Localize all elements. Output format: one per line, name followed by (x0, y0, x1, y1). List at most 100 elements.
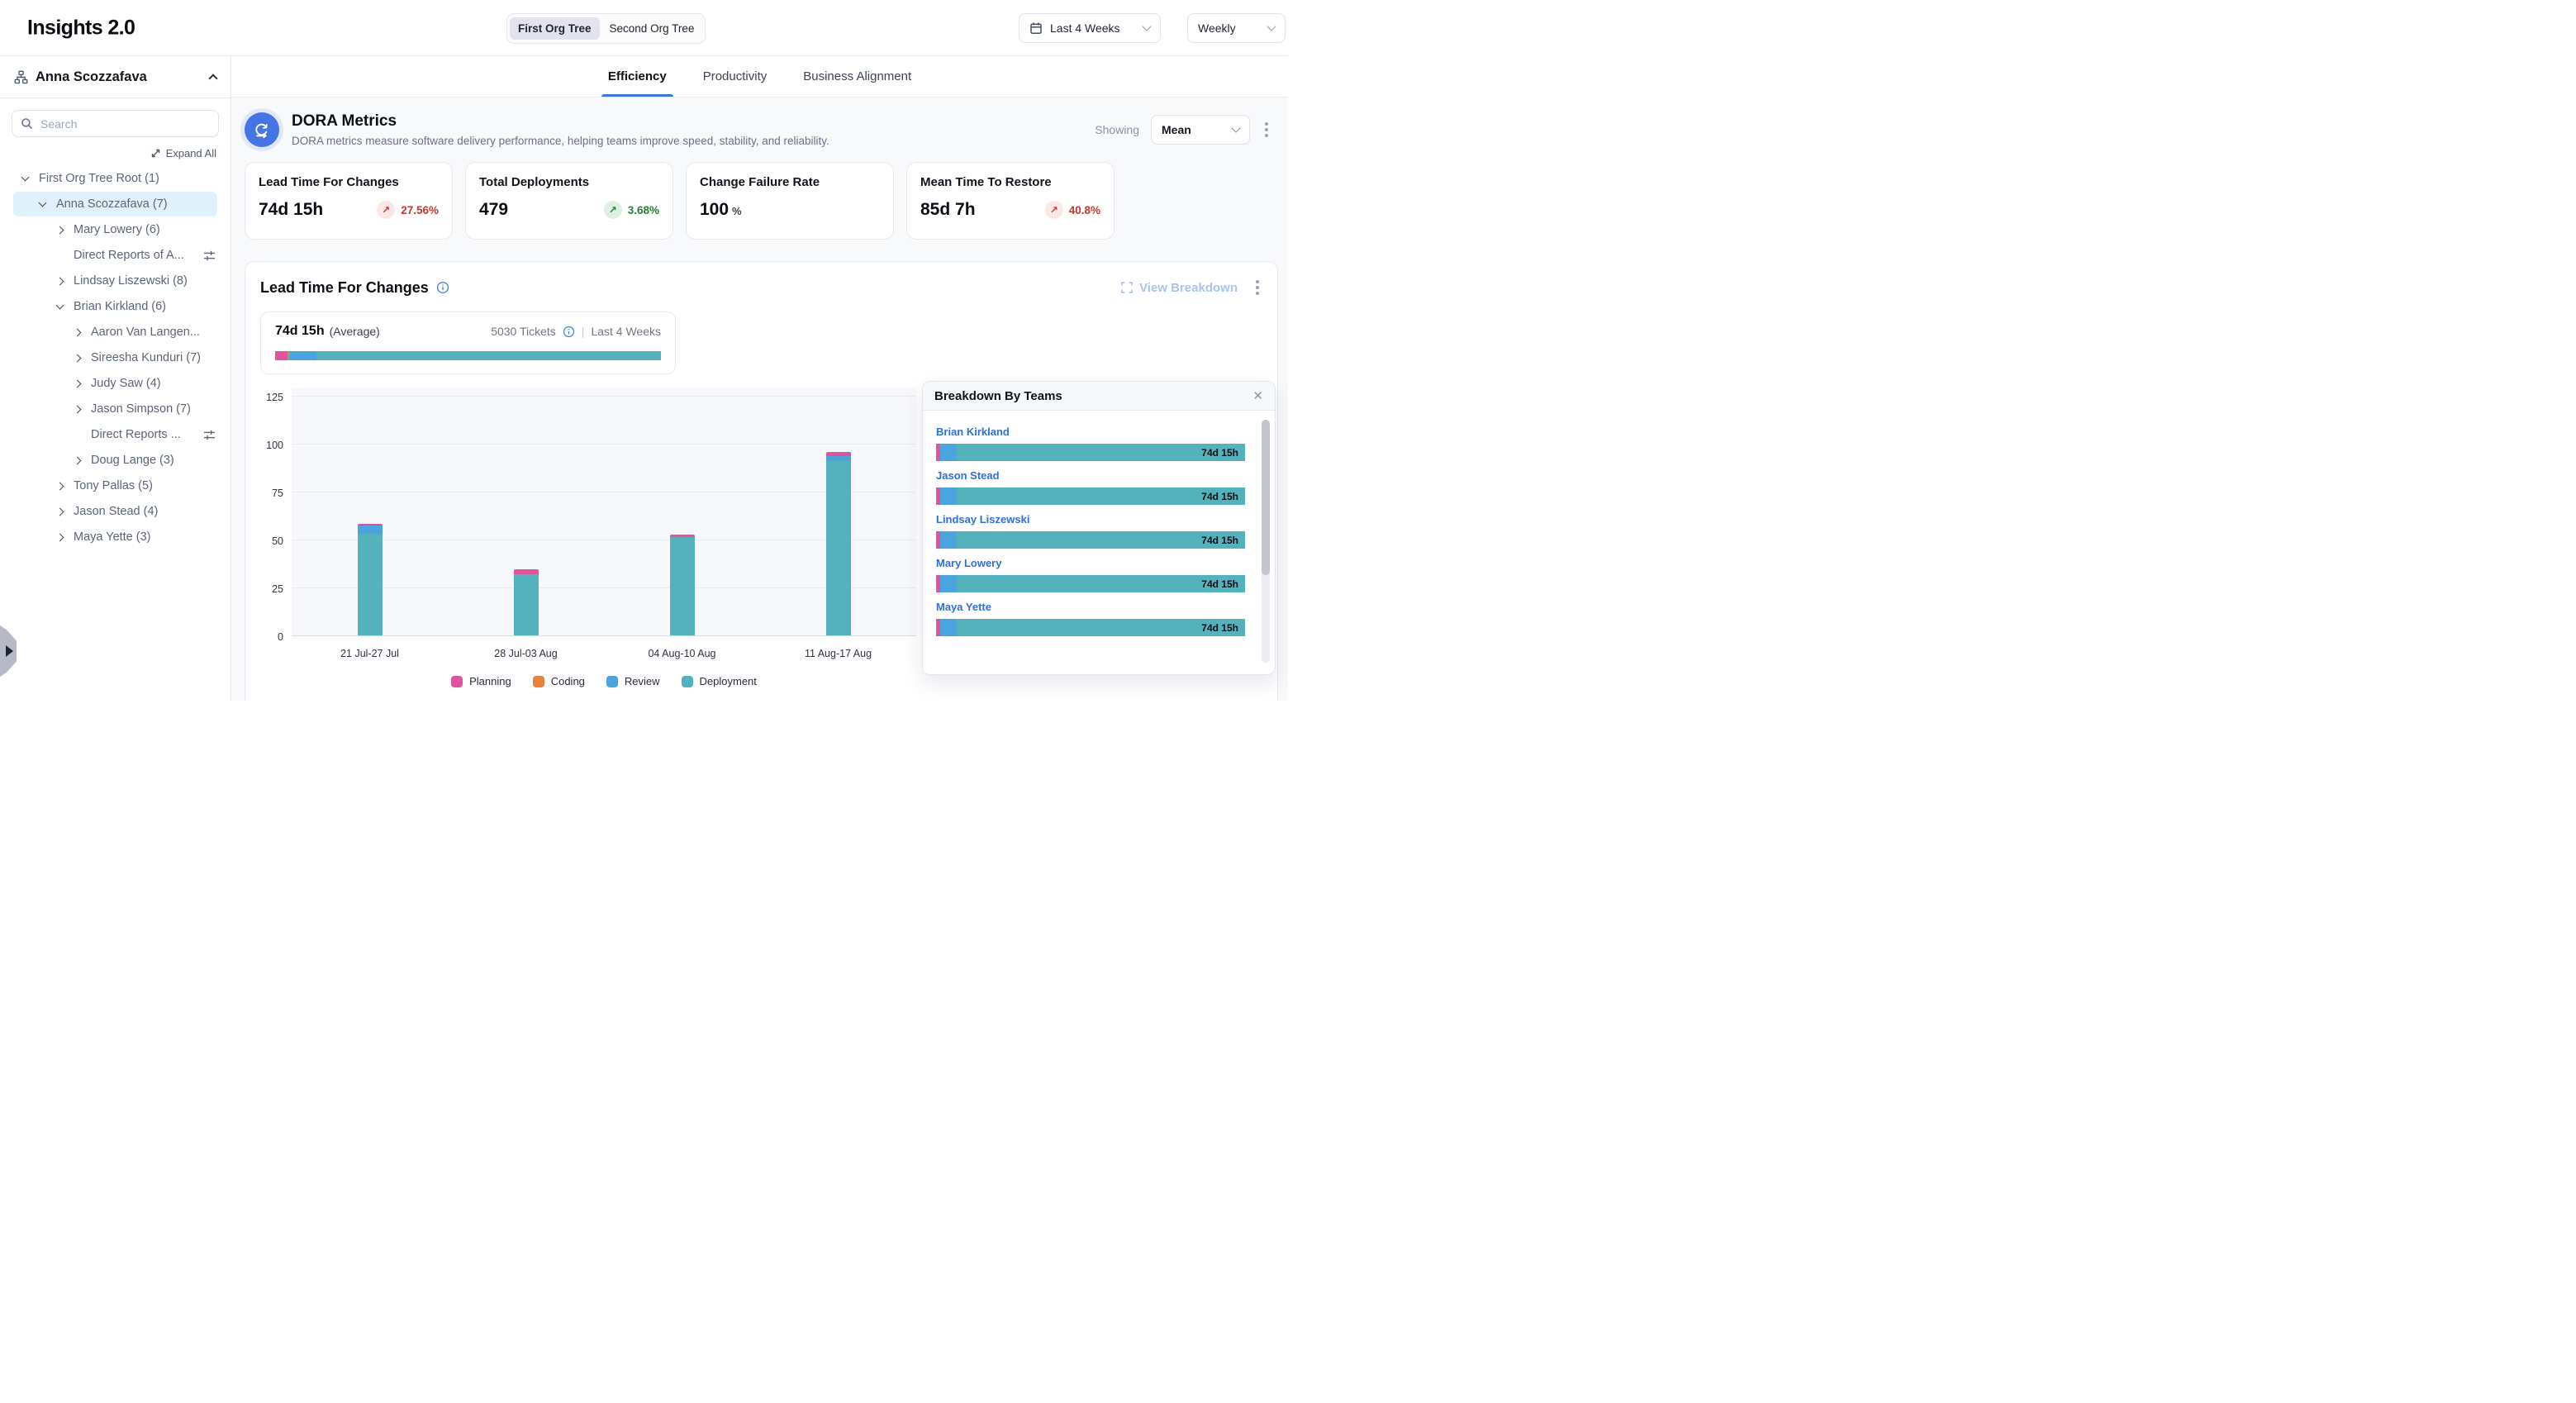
tree-item[interactable]: Doug Lange (3) (13, 448, 217, 473)
tree-item-label: Jason Stead (4) (74, 505, 158, 518)
tab-productivity[interactable]: Productivity (703, 56, 768, 97)
metric-card-value: 85d 7h (920, 200, 976, 220)
chevron-down-icon (1142, 21, 1151, 31)
tree-item[interactable]: Maya Yette (3) (13, 525, 217, 549)
tree-chevron-icon[interactable] (57, 227, 74, 233)
team-lead-time-value: 74d 15h (1201, 491, 1238, 502)
tree-item[interactable]: Direct Reports ... (13, 422, 217, 447)
chevron-down-icon (1231, 123, 1240, 132)
team-row: Lindsay Liszewski 74d 15h (936, 513, 1247, 549)
tree-item[interactable]: Sireesha Kunduri (7) (13, 345, 217, 370)
lead-time-menu-button[interactable] (1252, 277, 1262, 298)
team-name-link[interactable]: Mary Lowery (936, 557, 1247, 569)
tree-item[interactable]: Lindsay Liszewski (8) (13, 269, 217, 293)
team-name-link[interactable]: Maya Yette (936, 601, 1247, 613)
tree-chevron-icon[interactable] (57, 509, 74, 515)
tree-item[interactable]: Tony Pallas (5) (13, 473, 217, 498)
team-phase-bar: 74d 15h (936, 575, 1245, 592)
team-phase-bar: 74d 15h (936, 619, 1245, 636)
tree-chevron-icon[interactable] (57, 278, 74, 284)
expand-all-button[interactable]: Expand All (0, 137, 231, 164)
legend-label: Deployment (700, 675, 757, 687)
granularity-select[interactable]: Weekly (1187, 13, 1286, 43)
sidebar-collapse-handle[interactable] (0, 625, 17, 677)
tree-item[interactable]: Direct Reports of A... (13, 243, 217, 268)
tree-item[interactable]: Brian Kirkland (6) (13, 294, 217, 319)
gridline (292, 444, 916, 445)
tree-chevron-icon[interactable] (57, 535, 74, 540)
team-name-link[interactable]: Brian Kirkland (936, 426, 1247, 438)
tree-chevron-icon[interactable] (74, 458, 91, 464)
org-tree-option[interactable]: First Org Tree (510, 17, 600, 40)
divider: | (582, 325, 585, 338)
tab-business-alignment[interactable]: Business Alignment (803, 56, 911, 97)
info-icon[interactable] (563, 326, 575, 338)
dora-menu-button[interactable] (1262, 119, 1271, 140)
stacked-bar (670, 535, 695, 635)
phase-segment-review (940, 444, 957, 461)
tree-chevron-icon[interactable] (74, 407, 91, 412)
legend-swatch-planning (451, 676, 463, 687)
gridline (292, 396, 916, 397)
metric-card-value: 100 (700, 200, 729, 220)
tab-efficiency[interactable]: Efficiency (608, 56, 667, 97)
sidebar-header[interactable]: Anna Scozzafava (0, 56, 231, 98)
tree-chevron-icon[interactable] (74, 381, 91, 387)
breakdown-panel-body: Brian Kirkland74d 15hJason Stead74d 15hL… (923, 411, 1275, 636)
legend-label: Planning (469, 675, 511, 687)
aggregation-select[interactable]: Mean (1151, 115, 1250, 145)
view-breakdown-button[interactable]: View Breakdown (1121, 281, 1238, 295)
phase-segment-planning (275, 351, 288, 360)
legend-swatch-deployment (682, 676, 693, 687)
info-icon[interactable] (436, 281, 449, 294)
tree-item[interactable]: Anna Scozzafava (7) (13, 192, 217, 216)
metric-card-value: 74d 15h (259, 200, 323, 220)
tree-item[interactable]: Jason Stead (4) (13, 499, 217, 524)
team-phase-bar: 74d 15h (936, 531, 1245, 549)
trend-up-icon: ↗ (604, 201, 622, 219)
team-phase-bar: 74d 15h (936, 487, 1245, 505)
metric-card: Total Deployments479↗3.68% (465, 162, 673, 240)
view-breakdown-label: View Breakdown (1139, 281, 1238, 295)
filter-sliders-icon[interactable] (203, 429, 217, 441)
top-header: Insights 2.0 First Org TreeSecond Org Tr… (0, 0, 1288, 56)
tree-item-label: Doug Lange (3) (91, 454, 174, 467)
tree-chevron-icon[interactable] (74, 355, 91, 361)
tree-item-label: Brian Kirkland (6) (74, 300, 166, 313)
panel-scrollbar-thumb[interactable] (1262, 420, 1270, 575)
trend-delta-value: 3.68% (628, 204, 659, 216)
bar-segment-review (358, 526, 383, 534)
tree-item[interactable]: Judy Saw (4) (13, 371, 217, 396)
close-icon[interactable]: ✕ (1252, 390, 1263, 402)
tree-chevron-icon[interactable] (40, 202, 56, 206)
aggregation-value: Mean (1162, 123, 1191, 136)
org-tree-option[interactable]: Second Org Tree (601, 17, 703, 40)
tree-chevron-icon[interactable] (57, 305, 74, 308)
expand-corners-icon (1121, 282, 1133, 293)
filter-sliders-icon[interactable] (203, 250, 217, 262)
date-range-select[interactable]: Last 4 Weeks (1019, 13, 1161, 43)
tree-item[interactable]: First Org Tree Root (1) (13, 166, 217, 191)
tree-item[interactable]: Aaron Van Langen... (13, 320, 217, 345)
team-row: Maya Yette 74d 15h (936, 601, 1247, 636)
date-range-value: Last 4 Weeks (1050, 21, 1120, 35)
tree-item[interactable]: Jason Simpson (7) (13, 397, 217, 421)
tree-chevron-icon[interactable] (22, 177, 39, 180)
metric-card-value-wrap: 479 (479, 200, 508, 220)
tree-chevron-icon[interactable] (57, 483, 74, 489)
team-phase-bar: 74d 15h (936, 444, 1245, 461)
chevron-down-icon (1267, 21, 1276, 31)
trend-badge: ↗27.56% (377, 201, 439, 219)
team-name-link[interactable]: Jason Stead (936, 469, 1247, 482)
org-hierarchy-icon (14, 70, 28, 84)
lead-time-header: Lead Time For Changes View Bre (260, 277, 1262, 298)
metric-card-unit: % (732, 205, 742, 217)
search-input[interactable] (40, 117, 210, 131)
team-name-link[interactable]: Lindsay Liszewski (936, 513, 1247, 526)
dora-title: DORA Metrics (292, 112, 829, 131)
trend-badge: ↗ 3.68% (604, 201, 659, 219)
bar-segment-deployment (514, 574, 539, 635)
trend-delta-value: 27.56% (401, 204, 439, 216)
tree-chevron-icon[interactable] (74, 330, 91, 335)
tree-item[interactable]: Mary Lowery (6) (13, 217, 217, 242)
